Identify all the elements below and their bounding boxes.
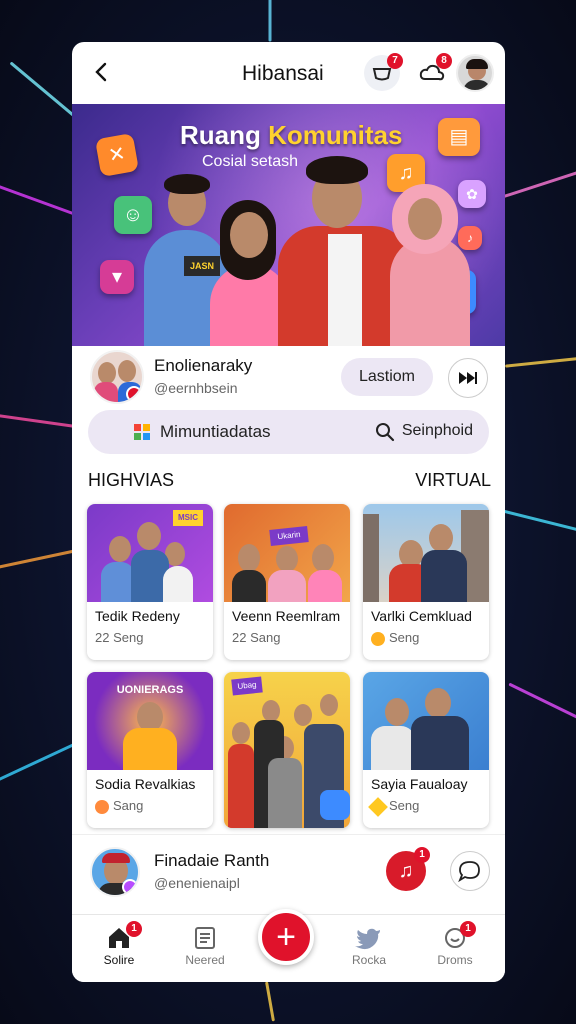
search-bar[interactable]: Mimuntiadatas Seinphoid [88, 410, 489, 454]
nav-label: Droms [437, 953, 473, 967]
nav-notes[interactable]: Neered [170, 915, 240, 982]
card-image [363, 504, 489, 602]
hero-sign: JASN [184, 256, 220, 276]
bottom-nav: 1 Solire Neered + Rocka 1 Droms [72, 909, 505, 982]
user-avatar[interactable] [456, 54, 494, 92]
content-card[interactable]: Ukarin Veenn Reemlram 22 Sang [224, 504, 350, 660]
notes-icon [195, 927, 215, 949]
top-bar: Hibansai 7 8 [72, 42, 505, 104]
card-subtitle: Seng [389, 798, 420, 813]
notifications-badge: 7 [387, 53, 403, 69]
character-icon: ☺ [114, 196, 152, 234]
content-card[interactable]: UONIERAGS Sodia Revalkias Sang [87, 672, 213, 828]
nav-rocka[interactable]: Rocka [334, 915, 404, 982]
hero-title: Ruang Komunitas [180, 120, 403, 150]
card-title: Veenn Reemlram [232, 608, 341, 624]
footer-handle: @enenienaipl [154, 875, 240, 891]
sticker-icon [320, 790, 350, 820]
card-subtitle: Seng [389, 630, 420, 645]
droms-badge: 1 [460, 921, 476, 937]
badge-icon: ♪ [458, 226, 482, 250]
hero-subtitle: Cosial setash [202, 153, 299, 170]
nav-droms[interactable]: 1 Droms [420, 915, 490, 982]
card-image: Ubag [224, 672, 350, 828]
notifications-button[interactable]: 7 [364, 53, 403, 91]
profile-avatar[interactable] [90, 350, 144, 404]
search-icon [375, 422, 395, 447]
chevron-left-icon [95, 62, 107, 82]
card-image: Ukarin [224, 504, 350, 602]
content-card[interactable]: Varlki Cemkluad Seng [363, 504, 489, 660]
chat-bubble-icon [458, 861, 480, 883]
section-title-highlights: HIGHVIAS [88, 470, 175, 490]
nav-label: Neered [185, 953, 225, 967]
card-title: Tedik Redeny [95, 608, 180, 624]
section-title-virtual[interactable]: VIRTUAL [415, 470, 491, 491]
music-badge: 1 [414, 847, 430, 863]
last-button[interactable]: Lastiom [341, 358, 433, 396]
cloud-button[interactable]: 8 [414, 53, 452, 91]
nav-label: Rocka [351, 953, 386, 967]
music-note-icon: ♫ [398, 860, 414, 882]
card-title: Varlki Cemkluad [371, 608, 472, 624]
music-button[interactable]: ♫ 1 [386, 847, 430, 891]
nav-home[interactable]: 1 Solire [84, 915, 154, 982]
nav-label: Solire [103, 953, 135, 967]
search-label: Seinphoid [401, 422, 473, 439]
card-image: UONIERAGS [87, 672, 213, 770]
card-image: MSIC [87, 504, 213, 602]
profile-handle: @eernhbsein [154, 380, 238, 396]
now-playing-row: Finadaie Ranth @enenienaipl ♫ 1 [72, 834, 505, 912]
card-image [363, 672, 489, 770]
card-title: Sodia Revalkias [95, 776, 196, 792]
footer-name: Finadaie Ranth [154, 851, 270, 870]
hero-banner: Ruang Komunitas Cosial setash ✕ ☺ ▾ ♫ ▤ … [72, 104, 505, 346]
chat-x-icon: ✕ [94, 132, 140, 178]
card-title: Sayia Faualoay [371, 776, 468, 792]
profile-row: Enolienaraky @eernhbsein Lastiom [72, 346, 505, 408]
app-screen: Hibansai 7 8 Ruang Komunitas Cosial seta… [72, 42, 505, 982]
back-button[interactable] [90, 60, 114, 84]
content-card[interactable]: MSIC Tedik Redeny 22 Seng [87, 504, 213, 660]
sticker-icon: ✿ [458, 180, 486, 208]
card-subtitle: 22 Seng [95, 630, 144, 645]
emoji-icon [95, 800, 109, 814]
community-icon [134, 424, 150, 440]
emoji-icon [371, 632, 385, 646]
plus-icon: + [276, 918, 296, 956]
content-card[interactable]: Sayia Faualoay Seng [363, 672, 489, 828]
home-badge: 1 [126, 921, 142, 937]
play-button[interactable] [448, 358, 488, 398]
create-button[interactable]: + [258, 909, 314, 965]
card-subtitle: 22 Sang [232, 630, 281, 645]
community-label: Mimuntiadatas [160, 422, 271, 441]
bird-icon [355, 928, 380, 950]
cloud-badge: 8 [436, 53, 452, 69]
content-card[interactable]: Ubag [224, 672, 350, 828]
profile-name: Enolienaraky [154, 356, 253, 375]
chat-bubble-icon: ▤ [438, 118, 480, 156]
diamond-icon [368, 797, 388, 817]
app-title: Hibansai [242, 62, 324, 85]
footer-avatar[interactable] [90, 847, 140, 897]
mask-icon: ▾ [100, 260, 134, 294]
fast-forward-icon [459, 372, 477, 385]
card-subtitle: Sang [113, 798, 144, 813]
message-button[interactable] [450, 851, 490, 891]
